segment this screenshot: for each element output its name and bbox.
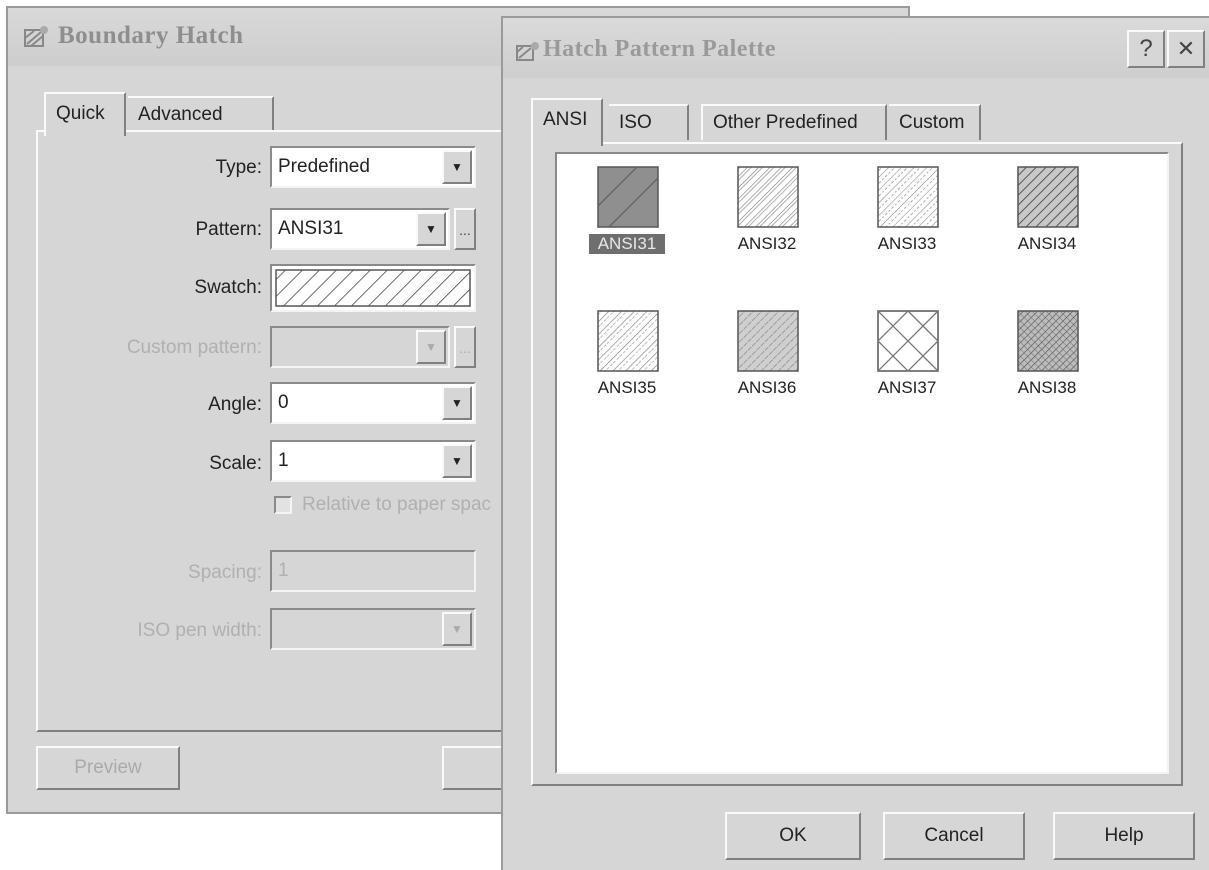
boundary-hatch-title: Boundary Hatch (58, 22, 244, 49)
pattern-ansi35-icon (597, 310, 659, 372)
palette-title: Hatch Pattern Palette (543, 36, 777, 62)
tab-iso[interactable]: ISO (609, 104, 689, 140)
pattern-name: ANSI33 (877, 234, 937, 253)
tab-custom[interactable]: Custom (889, 104, 981, 140)
relative-label: Relative to paper spac (302, 494, 492, 515)
chevron-down-icon[interactable]: ▼ (442, 612, 472, 646)
pattern-dropdown[interactable]: ANSI31 ▼ (270, 208, 450, 250)
pattern-name: ANSI38 (1017, 378, 1077, 397)
scale-label: Scale: (209, 453, 262, 474)
spacing-label: Spacing: (188, 562, 262, 583)
custom-pattern-dropdown[interactable]: ▼ (270, 326, 450, 368)
relative-checkbox[interactable] (274, 496, 292, 514)
pattern-ansi37-icon (877, 310, 939, 372)
pattern-tile-ansi36[interactable]: ANSI36 (707, 304, 827, 424)
scale-value: 1 (278, 450, 289, 471)
tab-ansi[interactable]: ANSI (531, 98, 603, 146)
pattern-ansi36-icon (737, 310, 799, 372)
scale-dropdown[interactable]: 1 ▼ (270, 440, 476, 482)
pattern-browse-button[interactable]: ... (454, 208, 476, 250)
preview-button[interactable]: Preview (36, 746, 180, 790)
tab-advanced[interactable]: Advanced (128, 96, 274, 132)
pattern-ansi34-icon (1017, 166, 1079, 228)
close-icon[interactable]: ✕ (1167, 30, 1205, 68)
pattern-tile-ansi33[interactable]: ANSI33 (847, 160, 967, 280)
chevron-down-icon[interactable]: ▼ (442, 386, 472, 420)
iso-pen-width-dropdown[interactable]: ▼ (270, 608, 476, 650)
pattern-name: ANSI32 (737, 234, 797, 253)
iso-pen-width-label: ISO pen width: (137, 620, 262, 641)
angle-value: 0 (278, 392, 289, 413)
type-value: Predefined (278, 156, 370, 177)
chevron-down-icon[interactable]: ▼ (416, 212, 446, 246)
pattern-name: ANSI31 (589, 234, 665, 254)
type-dropdown[interactable]: Predefined ▼ (270, 146, 476, 188)
chevron-down-icon[interactable]: ▼ (442, 444, 472, 478)
pattern-name: ANSI37 (877, 378, 937, 397)
spacing-input[interactable]: 1 (270, 550, 476, 592)
custom-pattern-browse-button[interactable]: ... (454, 326, 476, 368)
hatch-swatch-graphic (275, 269, 471, 307)
cancel-button[interactable]: Cancel (883, 812, 1025, 860)
tab-quick[interactable]: Quick (44, 92, 126, 136)
swatch-label: Swatch: (194, 277, 262, 298)
palette-tabs: ANSI ISO Other Predefined Custom (531, 98, 981, 146)
pattern-tile-ansi32[interactable]: ANSI32 (707, 160, 827, 280)
chevron-down-icon[interactable]: ▼ (416, 330, 446, 364)
pattern-name: ANSI34 (1017, 234, 1077, 253)
pattern-tile-ansi31[interactable]: ANSI31 (567, 160, 687, 280)
help-question-icon[interactable]: ? (1127, 30, 1165, 68)
pattern-ansi32-icon (737, 166, 799, 228)
pattern-value: ANSI31 (278, 218, 344, 239)
hatch-app-icon (24, 26, 48, 47)
pattern-label: Pattern: (195, 219, 262, 240)
palette-titlebar[interactable]: Hatch Pattern Palette ? ✕ (503, 18, 1209, 78)
tab-other-predefined[interactable]: Other Predefined (701, 104, 887, 140)
pattern-tile-ansi38[interactable]: ANSI38 (987, 304, 1107, 424)
angle-label: Angle: (208, 394, 262, 415)
boundary-hatch-tabs: Quick Advanced (44, 92, 284, 136)
type-label: Type: (215, 157, 262, 178)
pattern-name: ANSI35 (597, 378, 657, 397)
help-button[interactable]: Help (1053, 812, 1195, 860)
pattern-name: ANSI36 (737, 378, 797, 397)
pattern-tile-ansi35[interactable]: ANSI35 (567, 304, 687, 424)
angle-dropdown[interactable]: 0 ▼ (270, 382, 476, 424)
pattern-list[interactable]: ANSI31 ANSI32 ANSI33 ANSI34 ANSI35 ANSI3… (555, 152, 1169, 774)
chevron-down-icon[interactable]: ▼ (442, 150, 472, 184)
pattern-ansi31-icon (597, 166, 659, 228)
pattern-ansi33-icon (877, 166, 939, 228)
ok-button[interactable]: OK (725, 812, 861, 860)
swatch-preview[interactable] (270, 264, 476, 312)
hatch-pattern-palette-dialog: Hatch Pattern Palette ? ✕ ANSI ISO Other… (501, 16, 1209, 870)
pattern-tile-ansi34[interactable]: ANSI34 (987, 160, 1107, 280)
pattern-ansi38-icon (1017, 310, 1079, 372)
pattern-tile-ansi37[interactable]: ANSI37 (847, 304, 967, 424)
hatch-app-icon (516, 42, 539, 61)
custom-pattern-label: Custom pattern: (126, 337, 262, 358)
